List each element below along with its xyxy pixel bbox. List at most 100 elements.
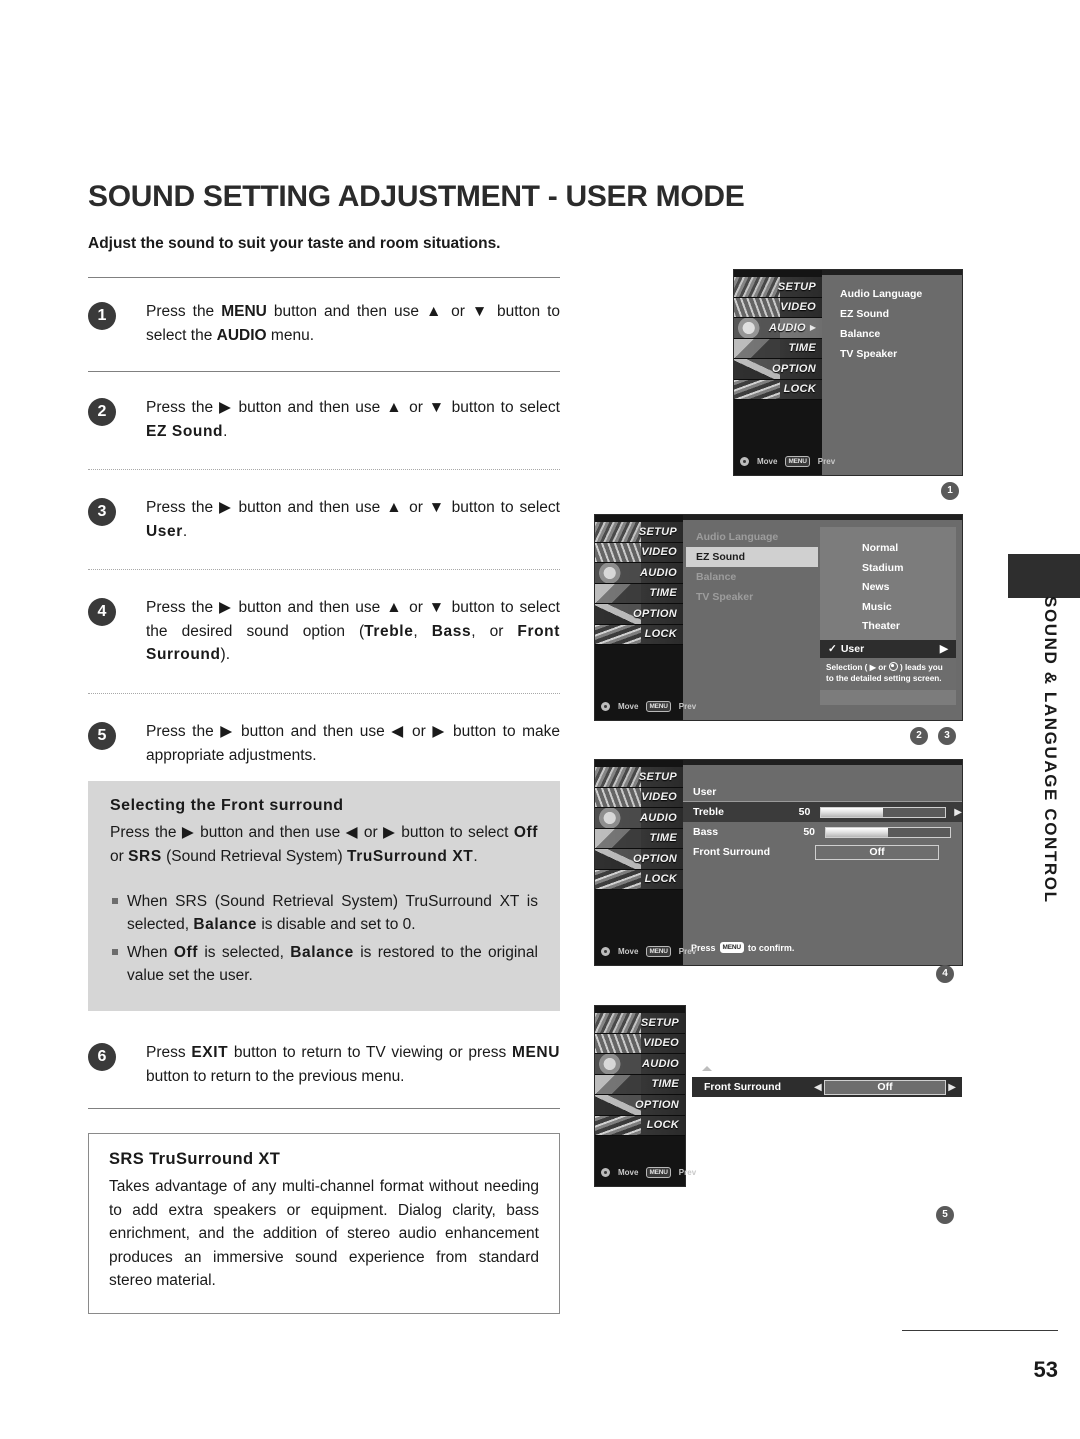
option-music[interactable]: Music: [820, 598, 956, 618]
menu-item-ez-sound[interactable]: EZ Sound: [830, 304, 956, 324]
option-user[interactable]: ✓ User ▶: [820, 639, 956, 658]
hint-prev-label: Prev: [678, 702, 697, 711]
step-marker-5: 5: [936, 1206, 954, 1224]
bass-slider[interactable]: [825, 826, 951, 838]
menu-item-balance[interactable]: Balance: [830, 324, 956, 344]
callout-body: Press the ▶ button and then use ◀ or ▶ b…: [110, 821, 538, 868]
arrow-left-icon[interactable]: ◀: [814, 1082, 822, 1093]
treble-value: 50: [798, 806, 811, 818]
audio-keyword: AUDIO: [216, 326, 267, 344]
side-item-video[interactable]: VIDEO: [595, 542, 683, 563]
manual-page: SOUND SETTING ADJUSTMENT - USER MODE Adj…: [0, 0, 1080, 1439]
gb-t1: Press the: [110, 824, 182, 842]
side-item-option[interactable]: OPTION: [595, 604, 683, 625]
menu-item-ez-sound[interactable]: EZ Sound: [686, 547, 818, 567]
balance-keyword: Balance: [290, 943, 354, 961]
arrow-right-icon[interactable]: ▶: [948, 1082, 962, 1093]
side-item-option[interactable]: OPTION: [595, 849, 683, 870]
side-item-lock[interactable]: LOCK: [595, 1115, 685, 1136]
osd-nav-hints: Move MENU Prev: [601, 701, 696, 712]
side-item-video[interactable]: VIDEO: [595, 1033, 685, 1054]
bass-value: 50: [803, 826, 815, 838]
side-item-lock[interactable]: LOCK: [595, 869, 683, 890]
front-surround-value[interactable]: Off: [815, 844, 939, 860]
step-6-t1: Press: [146, 1044, 192, 1062]
side-item-setup[interactable]: SETUP: [734, 277, 822, 298]
side-item-label: TIME: [651, 1078, 679, 1091]
side-item-time[interactable]: TIME: [595, 828, 683, 849]
hint-move-label: Move: [618, 1168, 639, 1177]
hint-prev-label: Prev: [817, 457, 836, 466]
step-5-t2: button and then use: [234, 723, 392, 741]
side-item-time[interactable]: TIME: [595, 1074, 685, 1095]
lock-thumb-icon: [734, 379, 780, 399]
step-1-t5: menu.: [266, 326, 314, 344]
setup-thumb-icon: [595, 1013, 641, 1033]
step-2-t5: .: [223, 422, 228, 440]
option-theater[interactable]: Theater: [820, 617, 956, 637]
osd-audio-item-list: Audio Language EZ Sound Balance TV Speak…: [686, 527, 818, 607]
side-item-setup[interactable]: SETUP: [595, 522, 683, 543]
hint-prev-label: Prev: [678, 1168, 697, 1177]
side-item-setup[interactable]: SETUP: [595, 1013, 685, 1034]
menu-item-balance[interactable]: Balance: [686, 567, 818, 587]
side-item-label: AUDIO: [640, 566, 677, 579]
option-stadium[interactable]: Stadium: [820, 559, 956, 579]
treble-label: Treble: [693, 806, 724, 818]
side-item-time[interactable]: TIME: [595, 583, 683, 604]
step-3-t2: button and then use: [232, 499, 387, 517]
side-item-audio[interactable]: AUDIO: [595, 808, 683, 829]
side-item-video[interactable]: VIDEO: [595, 787, 683, 808]
step-4-t6: , or: [471, 622, 518, 640]
menu-item-audio-language[interactable]: Audio Language: [830, 284, 956, 304]
settings-row-bass[interactable]: Bass 50: [683, 822, 962, 842]
side-item-video[interactable]: VIDEO: [734, 297, 822, 318]
front-surround-adjust-strip[interactable]: Front Surround ◀ Off ▶: [692, 1077, 962, 1097]
step-6-t3: button to return to the previous menu.: [146, 1067, 405, 1085]
treble-slider[interactable]: [820, 806, 947, 818]
user-keyword: User: [146, 522, 183, 540]
step-4-t2: button and then use: [232, 599, 387, 617]
menu-item-tv-speaker[interactable]: TV Speaker: [830, 344, 956, 364]
side-item-option[interactable]: OPTION: [595, 1095, 685, 1116]
divider: [88, 371, 560, 373]
settings-row-front-surround[interactable]: Front Surround Off: [683, 842, 962, 862]
side-item-lock[interactable]: LOCK: [595, 624, 683, 645]
osd-side-menu: SETUP VIDEO AUDIO TIME OPTION LOCK Move …: [595, 1006, 696, 1186]
side-item-lock[interactable]: LOCK: [734, 379, 822, 400]
step-2-number: 2: [88, 398, 116, 427]
side-item-audio[interactable]: AUDIO ▶: [734, 318, 822, 339]
arrow-left-icon: ◀: [345, 824, 359, 842]
settings-row-treble[interactable]: Treble 50 ▶: [683, 802, 962, 822]
osd-nav-hints: Move MENU Prev: [740, 456, 835, 467]
side-item-label: SETUP: [777, 280, 816, 293]
side-item-label: LOCK: [644, 873, 677, 886]
side-item-option[interactable]: OPTION: [734, 359, 822, 380]
step-2-t4: button to select: [445, 399, 560, 417]
bullet-item: When SRS (Sound Retrieval System) TruSur…: [110, 890, 538, 937]
time-thumb-icon: [734, 338, 780, 358]
hint-move-label: Move: [618, 947, 639, 956]
side-item-label: LOCK: [644, 628, 677, 641]
gb-t3: or: [358, 824, 383, 842]
menu-item-tv-speaker[interactable]: TV Speaker: [686, 587, 818, 607]
side-item-audio[interactable]: AUDIO: [595, 563, 683, 584]
side-item-audio[interactable]: AUDIO: [595, 1054, 685, 1075]
menu-item-audio-language[interactable]: Audio Language: [686, 527, 818, 547]
side-item-setup[interactable]: SETUP: [595, 767, 683, 788]
gb-t6: (Sound Retrieval System): [161, 847, 347, 865]
step-1-t1: Press the: [146, 303, 222, 321]
lock-thumb-icon: [595, 1115, 641, 1135]
side-item-time[interactable]: TIME: [734, 338, 822, 359]
chevron-right-icon: ▶: [809, 323, 816, 333]
option-normal[interactable]: Normal: [820, 539, 956, 559]
left-content-column: SOUND SETTING ADJUSTMENT - USER MODE Adj…: [88, 160, 745, 1315]
step-2: 2 Press the ▶ button and then use ▲ or ▼…: [88, 396, 560, 443]
front-surround-callout: Selecting the Front surround Press the ▶…: [88, 781, 560, 1012]
option-user-text: ✓ User: [828, 640, 864, 658]
bullet-2-t1: When: [127, 943, 174, 961]
menu-key-badge: MENU: [646, 946, 671, 957]
bass-slider-fill: [826, 827, 888, 837]
option-news[interactable]: News: [820, 578, 956, 598]
off-keyword: Off: [513, 824, 538, 842]
